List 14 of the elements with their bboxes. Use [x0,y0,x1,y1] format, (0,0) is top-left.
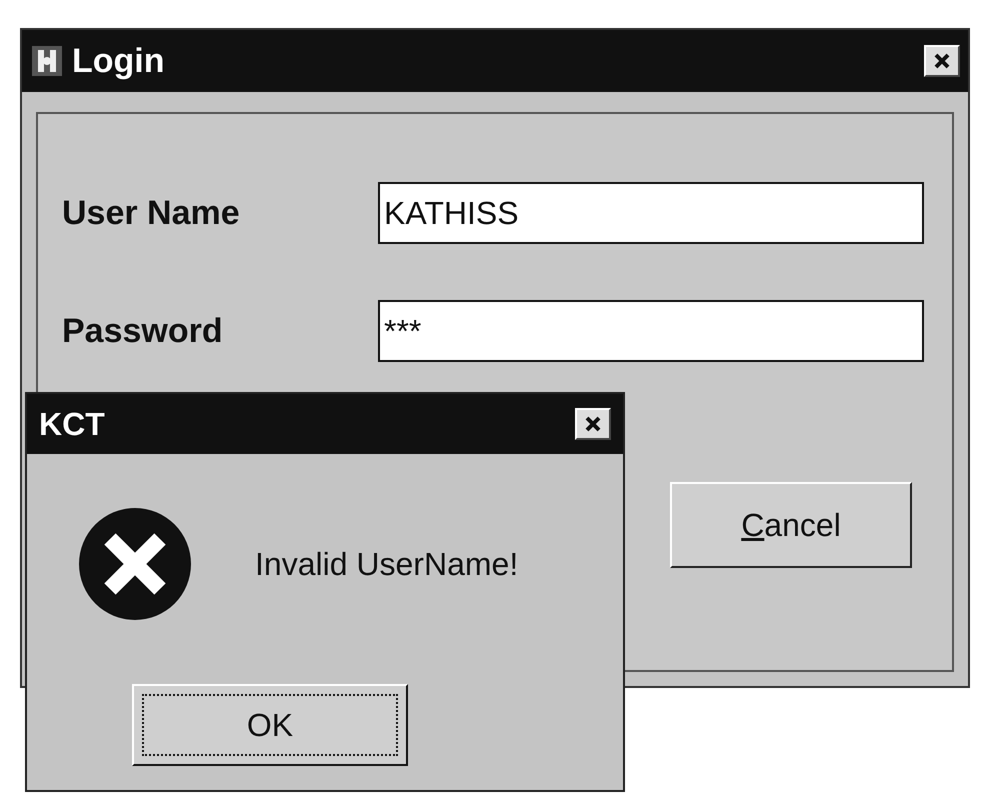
ok-button[interactable]: OK [132,684,408,766]
error-message: Invalid UserName! [255,545,518,584]
field-label: Password [62,310,224,352]
close-icon [933,52,951,70]
field-label: User Name [62,192,241,234]
cancel-button[interactable]: Cancel [670,482,912,568]
close-icon [584,415,602,433]
close-button[interactable] [575,408,611,440]
window-title: Login [72,40,166,82]
app-icon [30,44,64,78]
close-button[interactable] [924,45,960,77]
dialog-title: KCT [39,405,106,444]
input-field[interactable]: KATHISS [378,182,924,244]
input-field[interactable]: *** [378,300,924,362]
